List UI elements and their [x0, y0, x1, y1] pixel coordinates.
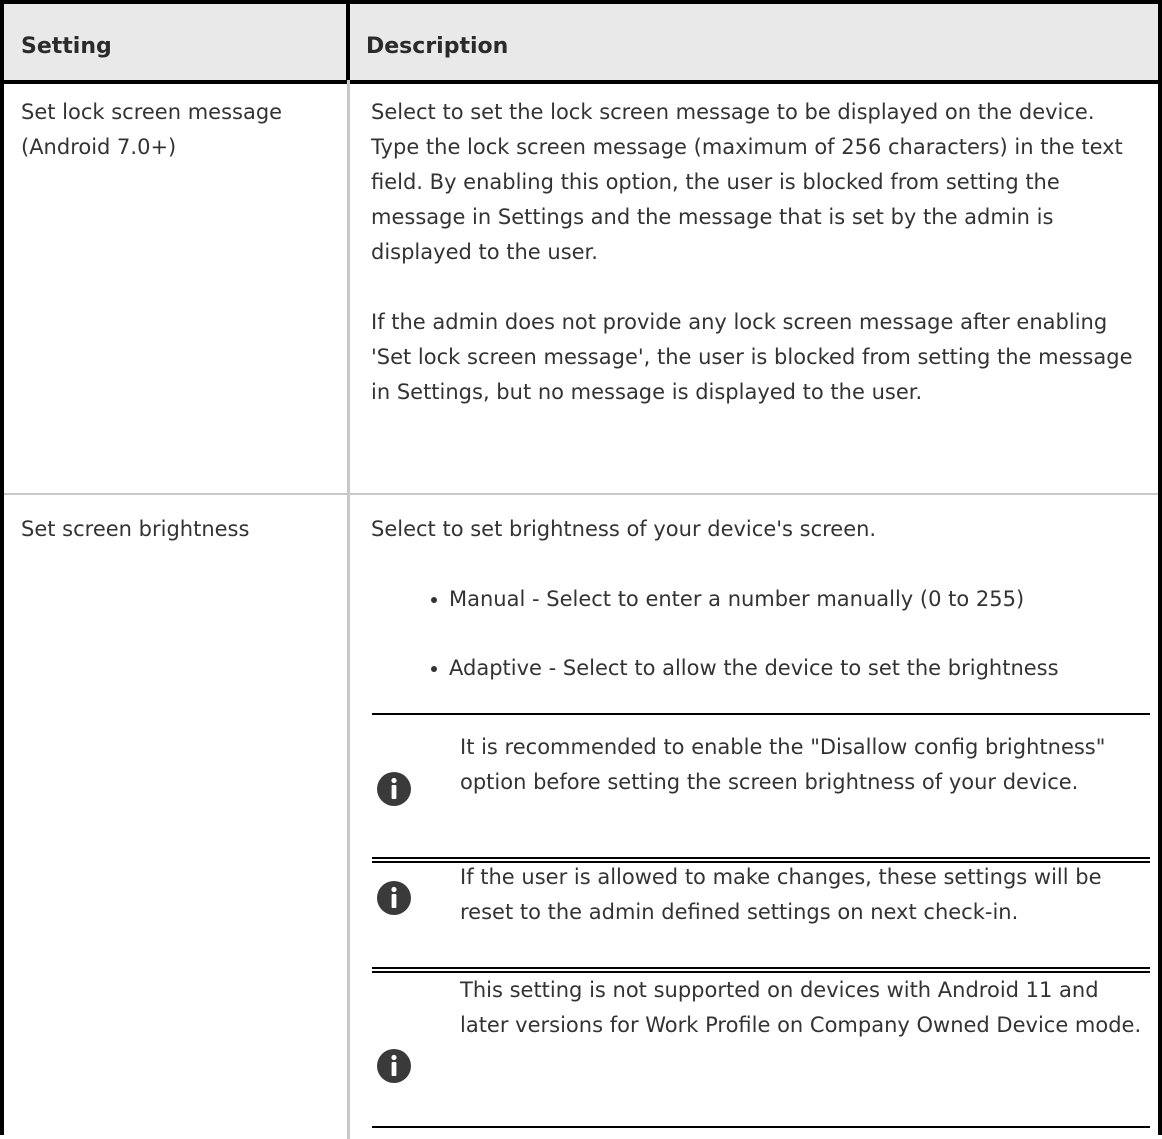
note-text: This setting is not supported on devices…: [460, 978, 1142, 1037]
header-column-divider: [346, 4, 350, 80]
bullet-item-manual: Manual - Select to enter a number manual…: [431, 582, 1024, 617]
bullet-item-adaptive: Adaptive - Select to allow the device to…: [431, 651, 1059, 686]
info-icon: [377, 772, 411, 806]
bullet-dot-icon: [431, 597, 437, 603]
column-header-description: Description: [366, 34, 509, 59]
note-text: If the user is allowed to make changes, …: [460, 865, 1102, 924]
description-paragraph: If the admin does not provide any lock s…: [371, 310, 1133, 404]
column-divider: [347, 80, 350, 1139]
note-text: It is recommended to enable the "Disallo…: [460, 735, 1106, 794]
table-header-row: Setting Description: [4, 4, 1158, 84]
info-icon: [377, 881, 411, 915]
note-bottom-border: [372, 1126, 1150, 1128]
note-top-border: [372, 713, 1150, 715]
bullet-dot-icon: [431, 666, 437, 672]
info-icon: [377, 1049, 411, 1083]
setting-name-screen-brightness: Set screen brightness: [21, 517, 250, 541]
row-divider: [4, 493, 1158, 495]
setting-name-lock-screen-message: Set lock screen message (Android 7.0+): [21, 100, 283, 159]
column-header-setting: Setting: [21, 34, 112, 59]
settings-table: Setting Description Set lock screen mess…: [0, 0, 1162, 1139]
description-intro: Select to set brightness of your device'…: [371, 517, 877, 541]
description-paragraph: Select to set the lock screen message to…: [371, 100, 1123, 264]
